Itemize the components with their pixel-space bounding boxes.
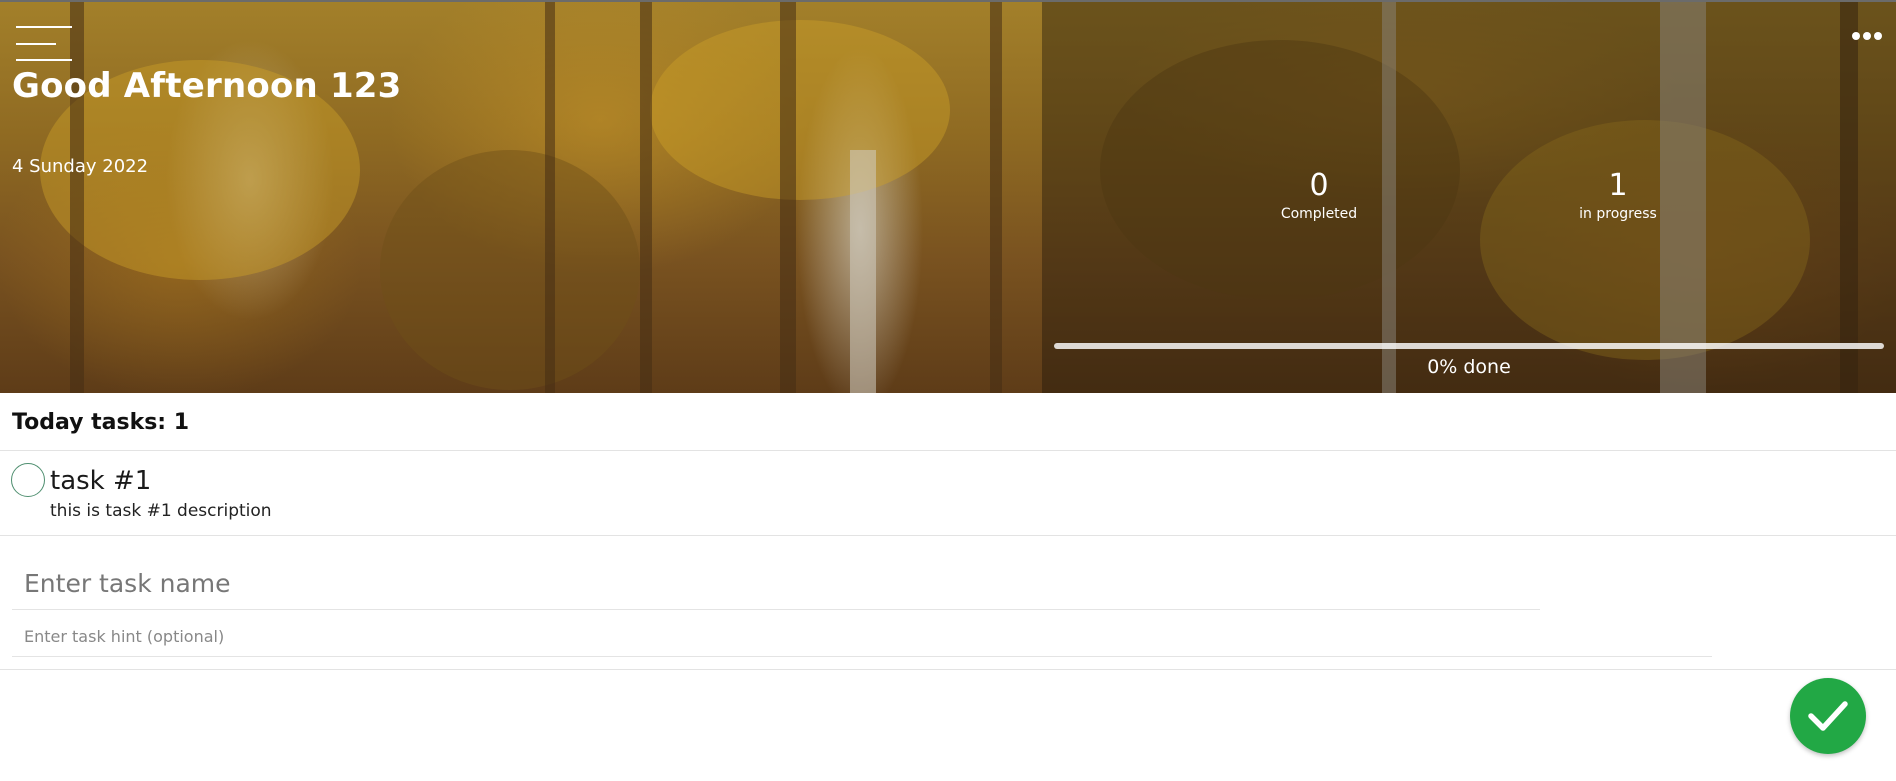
dot: [1874, 32, 1882, 40]
task-title: task #1: [50, 466, 152, 496]
stats-overlay: [1042, 0, 1896, 393]
current-date: 4 Sunday 2022: [12, 156, 149, 177]
menu-bar: [16, 43, 56, 45]
top-border: [0, 0, 1896, 2]
app-root: Good Afternoon 123 4 Sunday 2022 0 Compl…: [0, 0, 1896, 781]
menu-bar: [16, 26, 72, 28]
progress-bar: [1054, 343, 1884, 349]
divider: [0, 669, 1896, 670]
completed-stat: 0 Completed: [1239, 168, 1399, 222]
add-task-button[interactable]: [1790, 678, 1866, 754]
task-hint-input[interactable]: [12, 617, 1712, 657]
hamburger-menu-icon[interactable]: [16, 26, 72, 62]
more-horizontal-icon[interactable]: [1852, 30, 1884, 42]
tree-trunk-decoration: [70, 0, 84, 393]
dot: [1863, 32, 1871, 40]
in-progress-count: 1: [1608, 168, 1628, 203]
checkmark-icon: [1808, 701, 1848, 731]
completed-count: 0: [1309, 168, 1329, 203]
tree-trunk-decoration: [990, 0, 1002, 393]
task-name-input[interactable]: [12, 558, 1540, 610]
in-progress-label: in progress: [1579, 206, 1657, 222]
header-banner: Good Afternoon 123 4 Sunday 2022 0 Compl…: [0, 0, 1896, 393]
task-description: this is task #1 description: [50, 501, 272, 521]
greeting-title: Good Afternoon 123: [12, 66, 402, 106]
foliage-decoration: [380, 150, 640, 390]
task-complete-checkbox[interactable]: [11, 463, 45, 497]
in-progress-stat: 1 in progress: [1538, 168, 1698, 222]
foliage-decoration: [650, 20, 950, 200]
tree-trunk-decoration: [850, 150, 876, 393]
tree-trunk-decoration: [545, 0, 555, 393]
menu-bar: [16, 59, 72, 61]
tree-trunk-decoration: [640, 0, 652, 393]
progress-label: 0% done: [1427, 356, 1511, 378]
completed-label: Completed: [1280, 206, 1358, 222]
dot: [1852, 32, 1860, 40]
tree-trunk-decoration: [780, 0, 796, 393]
divider: [0, 535, 1896, 536]
divider: [0, 450, 1896, 451]
today-tasks-heading: Today tasks: 1: [12, 410, 190, 435]
